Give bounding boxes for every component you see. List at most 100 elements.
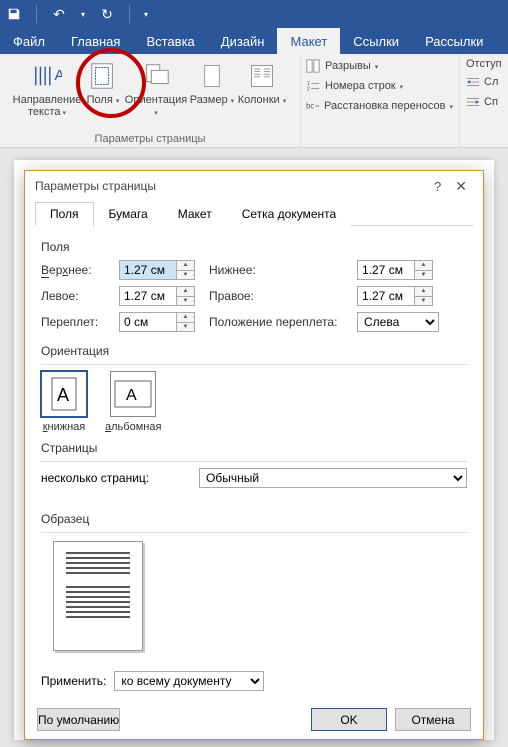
- dlg-tab-paper[interactable]: Бумага: [94, 202, 163, 226]
- indent-label: Отступ: [466, 58, 496, 70]
- default-button[interactable]: По умолчанию: [37, 708, 120, 731]
- orientation-landscape[interactable]: A альбомная: [105, 371, 161, 433]
- spin-up-icon[interactable]: ▲: [415, 260, 433, 270]
- spin-up-icon[interactable]: ▲: [177, 286, 195, 296]
- spin-down-icon[interactable]: ▼: [177, 296, 195, 307]
- spin-left[interactable]: ▲▼: [119, 286, 197, 306]
- select-gutter-pos[interactable]: Слева: [357, 312, 439, 332]
- tab-insert[interactable]: Вставка: [133, 28, 207, 54]
- spin-up-icon[interactable]: ▲: [415, 286, 433, 296]
- orientation-icon: [140, 60, 172, 92]
- spin-down-icon[interactable]: ▼: [415, 270, 433, 281]
- text-direction-icon: A: [31, 60, 63, 92]
- lbl-bottom: Нижнее:: [209, 263, 349, 277]
- dialog-titlebar: Параметры страницы ? ✕: [25, 171, 483, 201]
- dialog-body: Поля Верхнее: ▲▼ Нижнее: ▲▼ Левое: ▲▼ Пр…: [25, 226, 483, 700]
- dialog-close-button[interactable]: ✕: [449, 178, 473, 195]
- orientation-portrait[interactable]: A книжная: [41, 371, 87, 433]
- save-icon[interactable]: [6, 6, 22, 22]
- hyphenation-button[interactable]: bc Расстановка переносов ▾: [305, 98, 453, 114]
- portrait-label: книжная: [43, 421, 86, 433]
- portrait-icon: A: [41, 371, 87, 417]
- undo-menu-icon[interactable]: ▾: [81, 10, 85, 19]
- margins-button[interactable]: Поля ▾: [83, 56, 123, 120]
- cancel-button[interactable]: Отмена: [395, 708, 471, 731]
- indent-right-row[interactable]: Сп: [466, 94, 496, 110]
- indent-group: Отступ Сл Сп: [460, 54, 502, 147]
- spin-right[interactable]: ▲▼: [357, 286, 435, 306]
- svg-text:A: A: [55, 67, 63, 84]
- input-gutter[interactable]: [119, 312, 177, 332]
- tab-layout[interactable]: Макет: [277, 28, 340, 54]
- page-setup-dialog: Параметры страницы ? ✕ Поля Бумага Макет…: [24, 170, 484, 740]
- lbl-top: Верхнее:: [41, 263, 111, 277]
- spin-down-icon[interactable]: ▼: [177, 322, 195, 333]
- preview-thumbnail: [53, 541, 143, 651]
- indent-right-label: Сп: [484, 96, 498, 108]
- input-top[interactable]: [119, 260, 177, 280]
- undo-icon[interactable]: ↶: [51, 6, 67, 22]
- landscape-icon: A: [110, 371, 156, 417]
- select-apply[interactable]: ко всему документу: [114, 671, 264, 691]
- breaks-button[interactable]: Разрывы ▾: [305, 58, 453, 74]
- spin-down-icon[interactable]: ▼: [415, 296, 433, 307]
- input-bottom[interactable]: [357, 260, 415, 280]
- dialog-help-button[interactable]: ?: [426, 179, 449, 194]
- line-numbers-button[interactable]: 12 Номера строк ▾: [305, 78, 453, 94]
- dlg-tab-margins[interactable]: Поля: [35, 202, 94, 226]
- tab-references[interactable]: Ссылки: [340, 28, 412, 54]
- lbl-gutter: Переплет:: [41, 315, 111, 329]
- input-right[interactable]: [357, 286, 415, 306]
- columns-button[interactable]: Колонки ▾: [235, 56, 289, 120]
- indent-right-icon: [466, 94, 480, 110]
- dialog-title: Параметры страницы: [35, 179, 156, 193]
- indent-left-icon: [466, 74, 480, 90]
- dialog-footer: По умолчанию OK Отмена: [25, 700, 483, 739]
- apply-label: Применить:: [41, 674, 106, 688]
- tab-home[interactable]: Главная: [58, 28, 133, 54]
- spin-gutter[interactable]: ▲▼: [119, 312, 197, 332]
- select-multi-pages[interactable]: Обычный: [199, 468, 467, 488]
- margins-label: Поля: [87, 94, 113, 106]
- section-orientation-label: Ориентация: [41, 344, 467, 358]
- margins-icon: [87, 60, 119, 92]
- tab-mailings[interactable]: Рассылки: [412, 28, 496, 54]
- group-page-setup-label: Параметры страницы: [0, 133, 300, 145]
- indent-left-row[interactable]: Сл: [466, 74, 496, 90]
- page-setup-extra: Разрывы ▾ 12 Номера строк ▾ bc Расстанов…: [301, 54, 459, 147]
- tab-design[interactable]: Дизайн: [208, 28, 278, 54]
- input-left[interactable]: [119, 286, 177, 306]
- multi-pages-label: несколько страниц:: [41, 471, 191, 485]
- ok-button[interactable]: OK: [311, 708, 387, 731]
- spin-top[interactable]: ▲▼: [119, 260, 197, 280]
- columns-label: Колонки: [238, 94, 280, 106]
- hyphenation-icon: bc: [305, 98, 320, 114]
- dlg-tab-layout[interactable]: Макет: [163, 202, 227, 226]
- svg-text:2: 2: [307, 86, 310, 92]
- indent-left-label: Сл: [484, 76, 498, 88]
- columns-icon: [246, 60, 278, 92]
- orientation-label: Ориентация: [125, 94, 187, 106]
- qat-customize-icon[interactable]: ▾: [144, 10, 148, 19]
- orientation-row: A книжная A альбомная: [41, 371, 467, 433]
- orientation-button[interactable]: Ориентация ▾: [123, 56, 189, 120]
- text-direction-button[interactable]: A Направление текста ▾: [11, 56, 83, 120]
- lbl-left: Левое:: [41, 289, 111, 303]
- size-icon: [196, 60, 228, 92]
- spin-up-icon[interactable]: ▲: [177, 312, 195, 322]
- size-button[interactable]: Размер ▾: [189, 56, 235, 120]
- lbl-right: Правое:: [209, 289, 349, 303]
- spin-up-icon[interactable]: ▲: [177, 260, 195, 270]
- svg-text:A: A: [126, 387, 137, 404]
- ribbon-tabs: Файл Главная Вставка Дизайн Макет Ссылки…: [0, 28, 508, 54]
- size-label: Размер: [190, 94, 228, 106]
- text-direction-label: Направление текста: [13, 94, 82, 118]
- spin-bottom[interactable]: ▲▼: [357, 260, 435, 280]
- redo-icon[interactable]: ↻: [99, 6, 115, 22]
- section-pages-label: Страницы: [41, 441, 467, 455]
- tab-file[interactable]: Файл: [0, 28, 58, 54]
- spin-down-icon[interactable]: ▼: [177, 270, 195, 281]
- dlg-tab-grid[interactable]: Сетка документа: [227, 202, 351, 226]
- lbl-gutter-pos: Положение переплета:: [209, 315, 349, 329]
- quick-access-toolbar: ↶ ▾ ↻ ▾: [6, 5, 148, 23]
